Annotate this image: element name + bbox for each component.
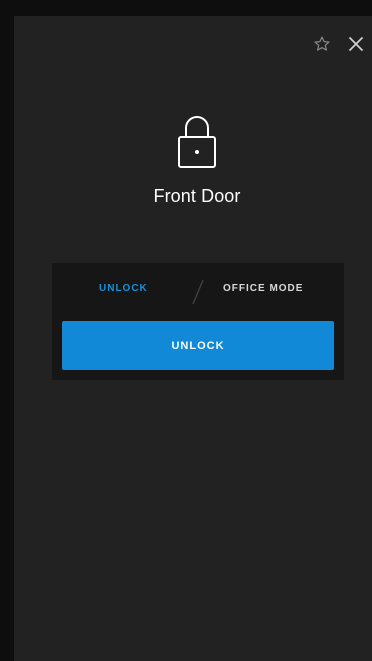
mode-card: UNLOCK OFFICE MODE UNLOCK — [52, 263, 344, 380]
close-icon — [349, 37, 363, 51]
mode-tabs: UNLOCK OFFICE MODE — [52, 279, 344, 305]
panel-actions — [312, 34, 366, 54]
tab-separator — [192, 279, 204, 305]
lock-icon — [178, 116, 216, 168]
tab-unlock[interactable]: UNLOCK — [99, 283, 148, 294]
tab-office-mode[interactable]: OFFICE MODE — [223, 283, 303, 294]
door-panel: Front Door UNLOCK OFFICE MODE UNLOCK — [14, 16, 372, 661]
door-name: Front Door — [153, 186, 241, 206]
unlock-button[interactable]: UNLOCK — [62, 321, 334, 370]
close-button[interactable] — [346, 34, 366, 54]
favorite-button[interactable] — [312, 34, 332, 54]
star-outline-icon — [314, 36, 330, 51]
